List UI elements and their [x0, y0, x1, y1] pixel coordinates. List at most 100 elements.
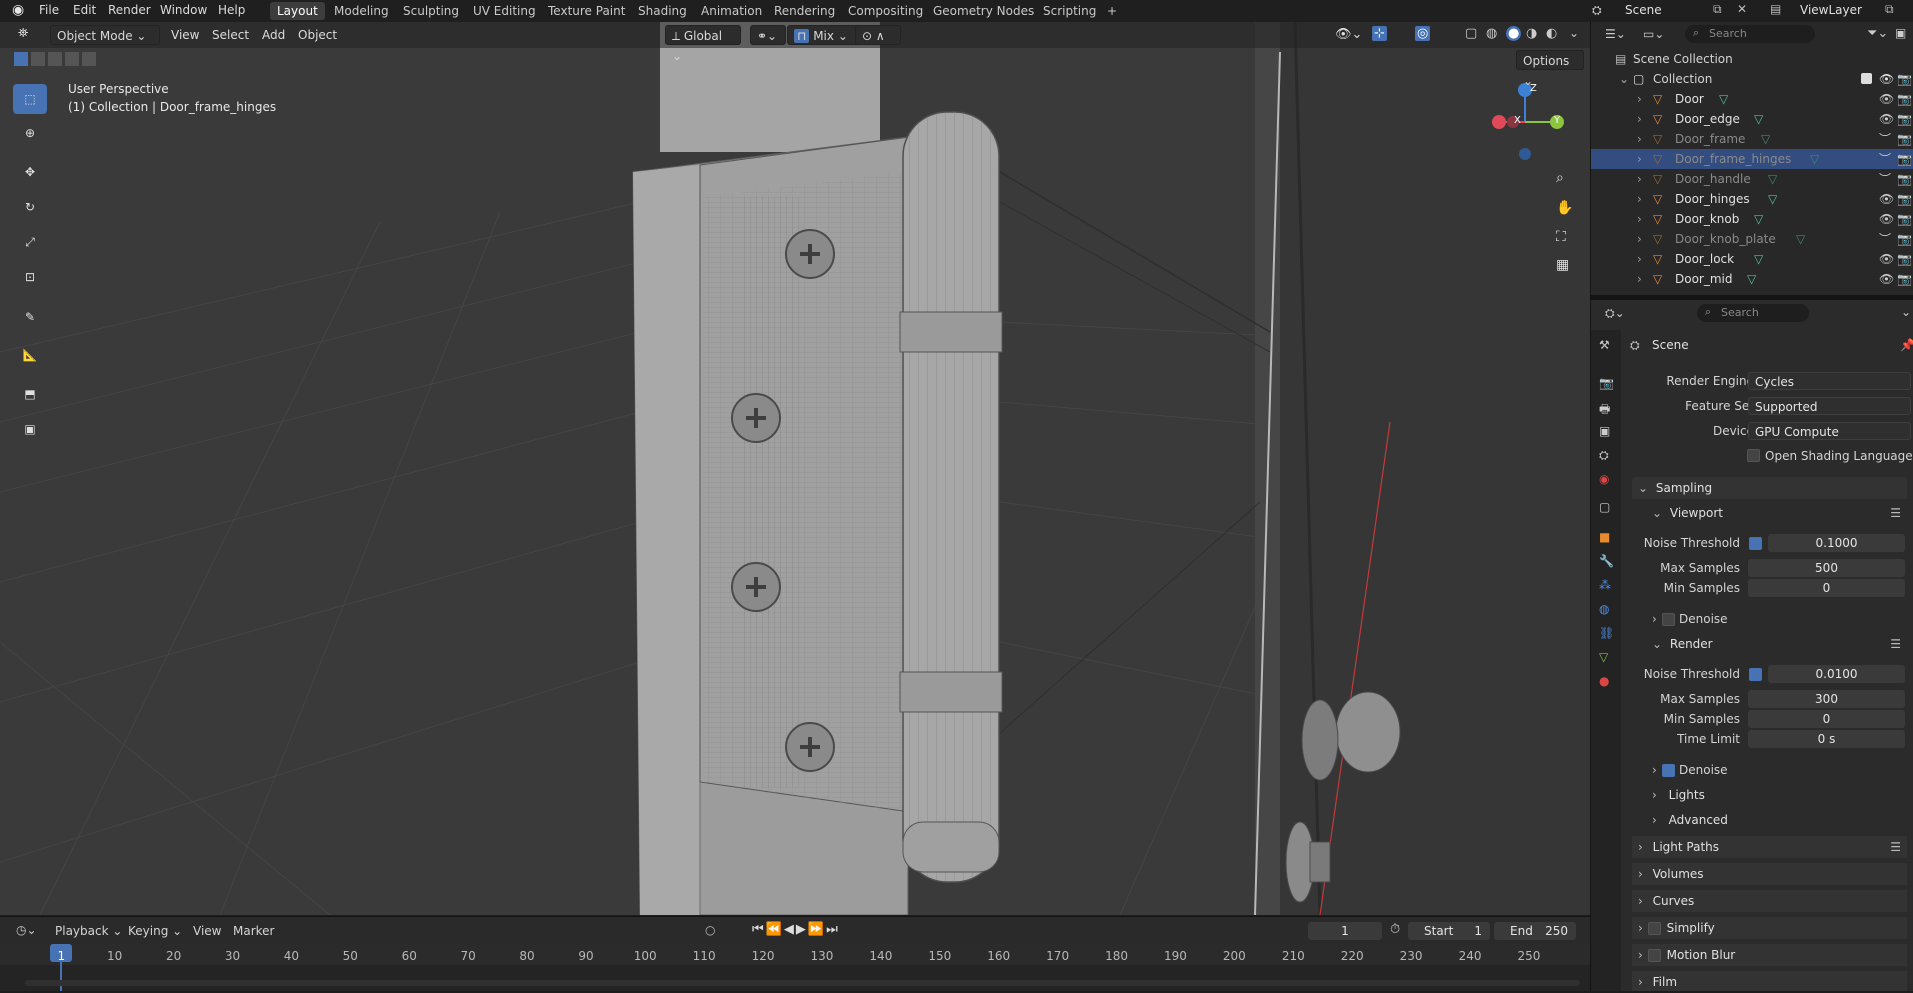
render-engine-dropdown[interactable]: Cycles — [1748, 372, 1911, 390]
pin-icon[interactable]: 📌 — [1900, 338, 1913, 352]
eye-icon[interactable]: 👁 — [1879, 189, 1894, 209]
camera-icon[interactable]: 📷 — [1897, 169, 1912, 189]
navigation-gizmo[interactable] — [1485, 82, 1565, 162]
camera-icon[interactable]: 📷 — [1897, 229, 1912, 249]
auto-keying-icon[interactable]: ○ — [705, 923, 715, 937]
vertical-splitter[interactable] — [1590, 22, 1591, 991]
select-mode-intersect-icon[interactable] — [82, 52, 96, 66]
eye-closed-icon[interactable]: ︶ — [1879, 229, 1891, 249]
outliner-editor-icon[interactable]: ☰⌄ — [1605, 27, 1626, 41]
new-scene-icon[interactable]: ⧉ — [1713, 2, 1722, 17]
proportional-edit-button[interactable]: ⊙ ∧ — [855, 25, 901, 45]
camera-icon[interactable]: 📷 — [1897, 89, 1912, 109]
shading-rendered-icon[interactable]: ◐ — [1546, 26, 1557, 41]
outliner-item[interactable]: › ▽ Door_edge ▽ 👁 📷 — [1591, 109, 1913, 129]
cursor-tool[interactable]: ⊕ — [13, 118, 47, 148]
menu-playback[interactable]: Playback ⌄ — [55, 924, 122, 938]
sampling-panel-header[interactable]: ⌄ Sampling — [1632, 477, 1907, 499]
chevron-right-icon[interactable]: › — [1637, 229, 1642, 249]
delete-scene-icon[interactable]: ✕ — [1737, 2, 1747, 16]
simplify-checkbox[interactable] — [1648, 922, 1661, 935]
motion-blur-checkbox[interactable] — [1648, 949, 1661, 962]
exclude-checkbox[interactable] — [1861, 73, 1872, 84]
menu-window[interactable]: Window — [160, 3, 207, 17]
mesh-data-icon[interactable]: ▽ — [1754, 209, 1763, 229]
light-paths-panel-header[interactable]: › Light Paths ☰ — [1632, 836, 1907, 858]
tab-shading[interactable]: Shading — [631, 2, 694, 20]
vp-noise-threshold-field[interactable]: 0.1000 — [1768, 534, 1905, 552]
mode-dropdown[interactable]: Object Mode ⌄ — [50, 25, 160, 45]
snap-toggle-icon[interactable]: ⊓ — [794, 29, 810, 43]
menu-keying[interactable]: Keying ⌄ — [128, 924, 182, 938]
transform-orientation-dropdown[interactable]: ⟂ Global ⌄ — [665, 25, 741, 63]
vp-noise-threshold-checkbox[interactable] — [1749, 537, 1762, 550]
zoom-icon[interactable]: ⌕ — [1556, 170, 1564, 186]
tab-texture-paint[interactable]: Texture Paint — [541, 2, 632, 20]
eye-closed-icon[interactable]: ︶ — [1879, 149, 1891, 169]
simplify-panel-header[interactable]: › Simplify — [1632, 917, 1907, 939]
stopwatch-icon[interactable]: ⏱ — [1390, 922, 1400, 937]
osl-checkbox[interactable] — [1747, 449, 1760, 462]
chevron-right-icon[interactable]: › — [1637, 169, 1642, 189]
vp-min-samples-field[interactable]: 0 — [1748, 579, 1905, 597]
shading-options-icon[interactable]: ⌄ — [1569, 26, 1579, 40]
tab-scripting[interactable]: Scripting — [1036, 2, 1103, 20]
mesh-data-icon[interactable]: ▽ — [1747, 269, 1756, 289]
move-tool[interactable]: ✥ — [13, 157, 47, 187]
r-noise-threshold-field[interactable]: 0.0100 — [1768, 665, 1905, 683]
tab-rendering[interactable]: Rendering — [767, 2, 842, 20]
film-panel-header[interactable]: › Film — [1632, 971, 1907, 991]
mesh-data-icon[interactable]: ▽ — [1810, 149, 1819, 169]
chevron-right-icon[interactable]: › — [1637, 209, 1642, 229]
menu-render[interactable]: Render — [108, 3, 151, 17]
selection-mode-buttons[interactable] — [14, 52, 110, 68]
outliner-item[interactable]: › ▽ Door_frame ▽ ︶ 📷 — [1591, 129, 1913, 149]
eye-closed-icon[interactable]: ︶ — [1879, 129, 1891, 149]
menu-view[interactable]: View — [171, 28, 199, 42]
menu-edit[interactable]: Edit — [73, 3, 96, 17]
rotate-tool[interactable]: ↻ — [13, 192, 47, 222]
material-tab-icon[interactable]: ● — [1599, 674, 1609, 688]
menu-object[interactable]: Object — [298, 28, 337, 42]
eye-icon[interactable]: 👁 — [1879, 109, 1894, 129]
camera-icon[interactable]: 📷 — [1897, 129, 1912, 149]
blender-logo-icon[interactable]: ◉ — [12, 2, 24, 18]
ortho-grid-icon[interactable]: ▦ — [1556, 257, 1569, 273]
eye-icon[interactable]: 👁 — [1879, 209, 1894, 229]
menu-timeline-view[interactable]: View — [193, 924, 221, 938]
volumes-panel-header[interactable]: › Volumes — [1632, 863, 1907, 885]
eye-icon[interactable]: 👁 — [1879, 269, 1894, 289]
tab-sculpting[interactable]: Sculpting — [396, 2, 466, 20]
camera-icon[interactable]: 📷 — [1897, 269, 1912, 289]
select-mode-extend-icon[interactable] — [31, 52, 45, 66]
tab-compositing[interactable]: Compositing — [841, 2, 930, 20]
r-min-samples-field[interactable]: 0 — [1748, 710, 1905, 728]
start-frame-field[interactable]: Start 1 — [1408, 922, 1490, 940]
current-frame-field[interactable]: 1 — [1308, 922, 1382, 940]
menu-select[interactable]: Select — [212, 28, 249, 42]
render-subpanel-header[interactable]: ⌄ Render ☰ — [1650, 633, 1907, 655]
pivot-dropdown[interactable]: ⚭⌄ — [750, 25, 786, 45]
camera-icon[interactable]: 📷 — [1897, 149, 1912, 169]
outliner-item[interactable]: › ▽ Door_frame_hinges ▽ ︶ 📷 — [1591, 149, 1913, 169]
camera-icon[interactable]: 📷 — [1897, 249, 1912, 269]
eye-icon[interactable]: 👁 — [1879, 89, 1894, 109]
world-tab-icon[interactable]: ◉ — [1599, 472, 1609, 486]
snap-dropdown[interactable]: ⊓ Mix ⌄ — [787, 25, 865, 45]
output-tab-icon[interactable]: 🖶 — [1599, 400, 1610, 421]
menu-add[interactable]: Add — [262, 28, 285, 42]
add-workspace-button[interactable]: + — [1100, 2, 1124, 20]
tab-modeling[interactable]: Modeling — [327, 2, 396, 20]
outliner-item[interactable]: › ▽ Door_handle ▽ ︶ 📷 — [1591, 169, 1913, 189]
advanced-subpanel-header[interactable]: › Advanced — [1650, 809, 1907, 831]
chevron-right-icon[interactable]: › — [1637, 109, 1642, 129]
end-frame-field[interactable]: End 250 — [1494, 922, 1576, 940]
viewport-subpanel-header[interactable]: ⌄ Viewport ☰ — [1650, 502, 1907, 524]
display-mode-icon[interactable]: ▭⌄ — [1643, 27, 1664, 41]
outliner-search[interactable]: ⌕ Search — [1685, 25, 1815, 43]
visibility-icon[interactable]: 👁⌄ — [1335, 27, 1362, 42]
chevron-right-icon[interactable]: › — [1652, 612, 1657, 626]
list-icon[interactable]: ☰ — [1890, 502, 1901, 524]
chevron-down-icon[interactable]: ⌄ — [1619, 69, 1629, 89]
data-tab-icon[interactable]: ▽ — [1599, 650, 1608, 664]
